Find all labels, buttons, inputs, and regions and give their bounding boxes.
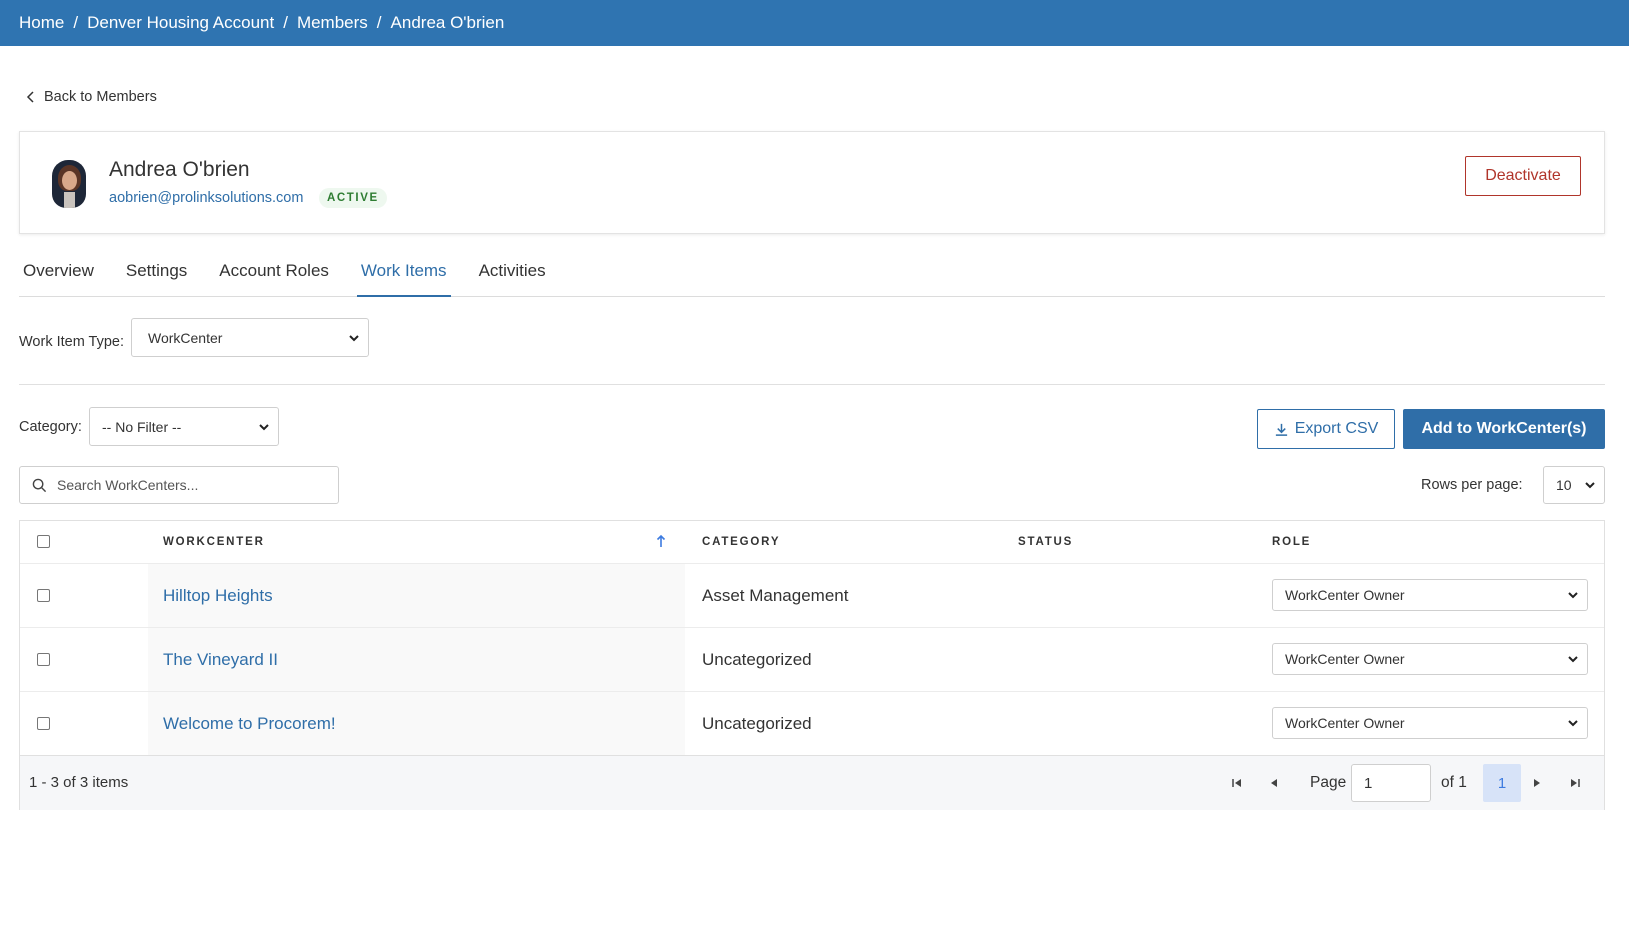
category-cell: Uncategorized [702,714,812,733]
deactivate-button[interactable]: Deactivate [1465,156,1581,196]
breadcrumb: Home / Denver Housing Account / Members … [0,0,1629,46]
workcenter-link[interactable]: The Vineyard II [163,650,278,670]
download-icon [1275,423,1287,436]
category-select[interactable]: -- No Filter -- [89,407,279,446]
work-item-type-select[interactable]: WorkCenter [131,318,369,357]
pagination-bar: 1 - 3 of 3 items Page 1 of 1 1 [20,755,1604,810]
current-page-button[interactable]: 1 [1483,764,1521,802]
column-header-status[interactable]: STATUS [1018,536,1073,548]
search-input[interactable] [57,477,327,493]
role-select[interactable]: WorkCenter Owner [1272,643,1588,675]
column-header-category[interactable]: CATEGORY [702,536,780,548]
workcenter-link[interactable]: Hilltop Heights [163,586,273,606]
category-value: -- No Filter -- [102,418,182,435]
add-to-workcenters-button[interactable]: Add to WorkCenter(s) [1403,409,1605,449]
table-row: The Vineyard II Uncategorized WorkCenter… [20,627,1604,691]
tab-bar: Overview Settings Account Roles Work Ite… [19,255,1605,297]
breadcrumb-separator: / [73,13,79,32]
category-cell: Uncategorized [702,650,812,669]
column-header-role[interactable]: ROLE [1272,536,1311,548]
tab-overview[interactable]: Overview [19,255,98,297]
role-value: WorkCenter Owner [1285,715,1405,731]
back-link-label: Back to Members [44,89,157,105]
member-email: aobrien@prolinksolutions.com [109,190,304,206]
items-count: 1 - 3 of 3 items [29,774,129,791]
table-header: WORKCENTER CATEGORY STATUS ROLE [20,521,1604,563]
row-checkbox[interactable] [37,653,50,666]
chevron-down-icon [1568,720,1578,727]
status-badge: ACTIVE [319,188,387,208]
table-row: Hilltop Heights Asset Management WorkCen… [20,563,1604,627]
chevron-down-icon [349,334,359,341]
column-header-workcenter[interactable]: WORKCENTER [163,536,265,548]
rows-per-page-label: Rows per page: [1421,477,1523,493]
search-icon [32,478,47,492]
last-page-icon[interactable] [1568,776,1582,790]
rows-per-page-select[interactable]: 10 [1543,466,1605,504]
tab-work-items[interactable]: Work Items [356,255,451,297]
role-select[interactable]: WorkCenter Owner [1272,707,1588,739]
first-page-icon[interactable] [1230,776,1244,790]
role-select[interactable]: WorkCenter Owner [1272,579,1588,611]
category-cell: Asset Management [702,586,849,605]
chevron-down-icon [1568,656,1578,663]
breadcrumb-members[interactable]: Members [297,13,368,33]
next-page-icon[interactable] [1530,776,1544,790]
work-item-type-label: Work Item Type: [19,334,125,350]
breadcrumb-separator: / [283,13,288,32]
workcenters-table: WORKCENTER CATEGORY STATUS ROLE Hilltop … [19,520,1605,810]
arrow-up-icon[interactable] [656,534,666,548]
avatar [52,160,86,208]
breadcrumb-separator: / [376,13,382,32]
tab-settings[interactable]: Settings [122,255,191,297]
page-number-input[interactable]: 1 [1351,764,1431,802]
table-row: Welcome to Procorem! Uncategorized WorkC… [20,691,1604,755]
back-to-members-link[interactable]: Back to Members [25,89,157,105]
export-csv-label: Export CSV [1294,420,1379,437]
row-checkbox[interactable] [37,717,50,730]
member-card: Andrea O'brien aobrien@prolinksolutions.… [19,131,1605,234]
page-total-label: of 1 [1441,774,1467,791]
category-label: Category: [19,419,82,435]
chevron-down-icon [1585,482,1595,489]
page-label: Page [1310,774,1347,791]
chevron-down-icon [1568,592,1578,599]
work-item-type-value: WorkCenter [148,329,223,346]
row-checkbox[interactable] [37,589,50,602]
chevron-left-icon [26,91,34,103]
rows-per-page-value: 10 [1556,477,1572,493]
select-all-checkbox[interactable] [37,535,50,548]
tab-account-roles[interactable]: Account Roles [215,255,333,297]
breadcrumb-account[interactable]: Denver Housing Account [87,13,274,33]
previous-page-icon[interactable] [1267,776,1281,790]
search-box [19,466,339,504]
tab-activities[interactable]: Activities [475,255,550,297]
chevron-down-icon [259,423,269,430]
breadcrumb-current: Andrea O'brien [390,13,505,32]
role-value: WorkCenter Owner [1285,651,1405,667]
breadcrumb-home[interactable]: Home [19,13,64,33]
role-value: WorkCenter Owner [1285,587,1405,603]
export-csv-button[interactable]: Export CSV [1257,409,1395,449]
page-number-value: 1 [1364,774,1373,792]
member-name: Andrea O'brien [109,158,250,181]
workcenter-link[interactable]: Welcome to Procorem! [163,714,336,734]
divider [19,384,1605,385]
